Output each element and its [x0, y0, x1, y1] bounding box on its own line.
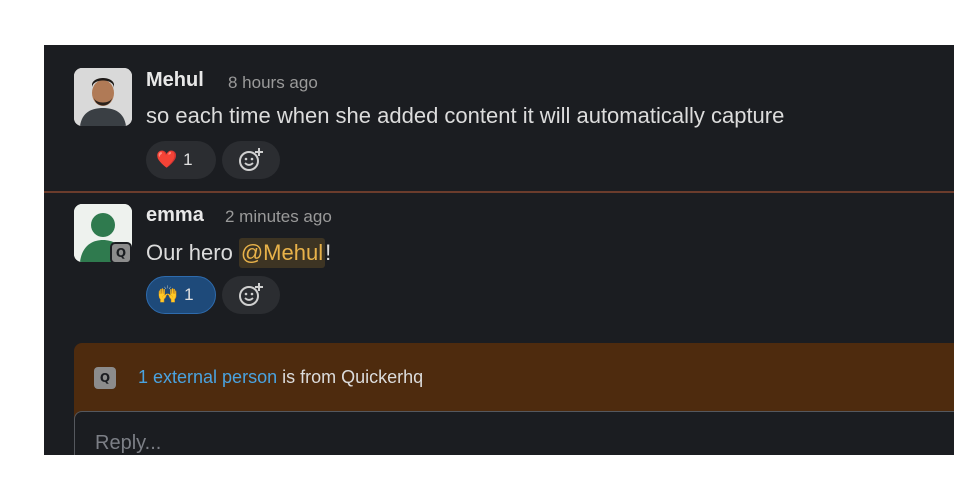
external-notice-text: 1 external person is from Quickerhq [138, 367, 423, 388]
add-emoji-icon [239, 283, 263, 306]
external-people-banner: Q 1 external person is from Quickerhq Re… [74, 343, 954, 455]
heart-icon: ❤️ [156, 150, 178, 169]
external-org-icon: Q [94, 367, 116, 389]
timestamp[interactable]: 8 hours ago [228, 73, 318, 93]
thread-panel: Mehul 8 hours ago so each time when she … [44, 45, 954, 455]
message-text: Our hero @Mehul ! [146, 238, 331, 268]
author-name[interactable]: Mehul [146, 69, 204, 92]
reaction-count: 1 [183, 150, 193, 169]
message-text-after: ! [325, 240, 332, 265]
avatar-mehul[interactable] [74, 68, 132, 126]
reaction-count: 1 [184, 285, 194, 304]
mention-mehul[interactable]: @Mehul [238, 238, 326, 268]
message-emma: Q emma 2 minutes ago Our hero @Mehul ! 🙌… [44, 193, 954, 333]
reaction-raised-hands[interactable]: 🙌 1 [146, 276, 216, 314]
add-reaction-button[interactable] [222, 141, 280, 179]
add-reaction-button[interactable] [222, 276, 280, 314]
author-name[interactable]: emma [146, 204, 204, 227]
reply-input[interactable]: Reply... [74, 411, 954, 455]
raised-hands-icon: 🙌 [157, 285, 179, 304]
reaction-heart[interactable]: ❤️ 1 [146, 141, 216, 179]
message-mehul: Mehul 8 hours ago so each time when she … [44, 45, 954, 191]
add-emoji-icon [239, 148, 263, 171]
message-text-before: Our hero [146, 240, 233, 265]
message-text: so each time when she added content it w… [146, 103, 785, 128]
external-notice-suffix: is from Quickerhq [277, 367, 424, 387]
reply-placeholder: Reply... [95, 432, 162, 454]
external-person-link[interactable]: 1 external person [138, 367, 277, 387]
timestamp[interactable]: 2 minutes ago [225, 207, 332, 227]
external-org-badge: Q [110, 242, 132, 264]
